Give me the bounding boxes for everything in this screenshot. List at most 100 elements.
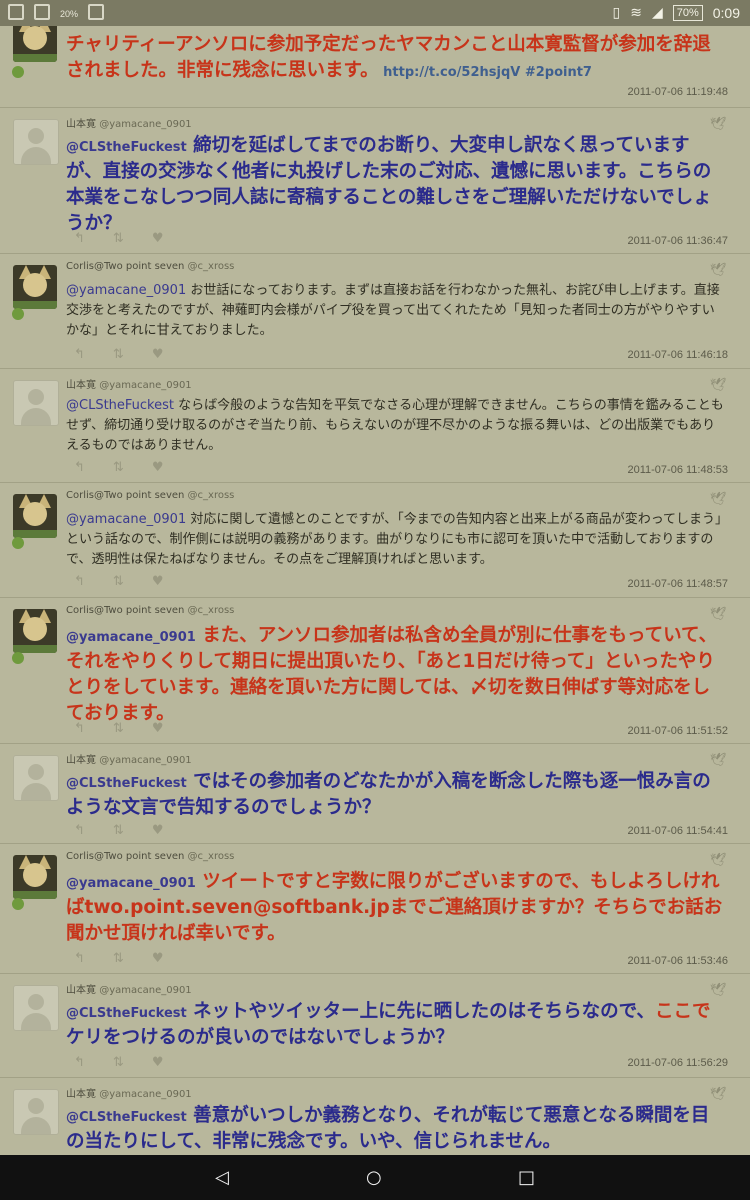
reply-icon[interactable]: ↰ [74,951,85,966]
tweet-mention[interactable]: @CLStheFuckest [66,140,187,155]
favorite-icon[interactable]: ♥ [152,721,164,736]
reply-icon[interactable]: ↰ [74,347,85,362]
favorite-icon[interactable]: ♥ [152,951,164,966]
reply-icon[interactable]: ↰ [74,1055,85,1070]
twitter-bird-icon: 🕊 [710,117,727,132]
status-bar: 20% ▯ ≋ ◢ 70% 0:09 [0,0,750,26]
tweet-item[interactable]: 山本寛 @yamacane_0901 🕊 @CLStheFuckest 善意がい… [0,1077,750,1155]
tweet-item[interactable]: Corlis@Two point seven @c_xross 🕊 @yamac… [0,843,750,974]
signal-icon: ◢ [651,4,663,20]
avatar[interactable] [13,1089,59,1135]
avatar[interactable] [13,855,57,899]
tweet-text: @CLStheFuckest ネットやツイッター上に先に晒したのはそちらなので、… [66,999,726,1051]
tweet-mention[interactable]: @yamacane_0901 [66,876,196,891]
tweet-time: 2011-07-06 11:48:57 [627,578,728,590]
author-name: Corlis@Two point seven [66,490,185,501]
tweet-text: @CLStheFuckest 善意がいつしか義務となり、それが転じて悪意となる瞬… [66,1103,726,1155]
avatar[interactable] [13,985,59,1031]
retweet-icon[interactable]: ⇅ [113,823,124,838]
tweet-text: チャリティーアンソロに参加予定だったヤマカンこと山本寛監督が参加を辞退されました… [66,32,726,84]
avatar[interactable] [13,755,59,801]
favorite-icon[interactable]: ♥ [152,460,164,475]
tweet-mention[interactable]: @CLStheFuckest [66,776,187,791]
wifi-icon: ≋ [630,4,642,20]
tweet-text-segment: ケリをつけるのが良いのではないでしょうか？ [66,1027,454,1048]
author-handle: @c_xross [187,261,235,272]
tweet-author[interactable]: 山本寛 @yamacane_0901 [66,1085,192,1100]
tweet-author[interactable]: Corlis@Two point seven @c_xross [66,490,234,501]
tweet-text: @yamacane_0901 ツイートですと字数に限りがございますので、もしよろ… [66,869,726,947]
twitter-bird-icon: 🕊 [710,853,727,868]
reply-icon[interactable]: ↰ [74,460,85,475]
tweet-time: 2011-07-06 11:46:18 [627,349,728,361]
home-icon[interactable]: ○ [366,1167,382,1188]
twitter-bird-icon: 🕊 [710,492,727,507]
navigation-bar: ◁ ○ □ [0,1155,750,1200]
tweet-author[interactable]: 山本寛 @yamacane_0901 [66,115,192,130]
author-name: 山本寛 [66,119,96,130]
tweet-time: 2011-07-06 11:48:53 [627,464,728,476]
tweet-item[interactable]: 山本寛 @yamacane_0901 🕊 @CLStheFuckest ならば今… [0,368,750,483]
recents-icon[interactable]: □ [518,1167,535,1188]
tweet-item[interactable]: Corlis@Two point seven @c_xross 🕊 @yamac… [0,253,750,369]
tweet-item[interactable]: Corlis@Two point seven @c_xross 🕊 @yamac… [0,482,750,598]
tweet-text: @yamacane_0901 お世話になっております。まずは直接お話を行わなかっ… [66,281,726,341]
avatar[interactable] [13,265,57,309]
tweet-author[interactable]: 山本寛 @yamacane_0901 [66,751,192,766]
tweet-mention[interactable]: @CLStheFuckest [66,1110,187,1125]
favorite-icon[interactable]: ♥ [152,823,164,838]
reply-icon[interactable]: ↰ [74,823,85,838]
retweet-icon[interactable]: ⇅ [113,231,124,246]
tweet-item[interactable]: 山本寛 @yamacane_0901 🕊 @CLStheFuckest ネットや… [0,973,750,1078]
author-handle: @yamacane_0901 [99,380,192,391]
tweet-author[interactable]: 山本寛 @yamacane_0901 [66,376,192,391]
tweet-item[interactable]: Corlis@Two point seven @c_xross 🕊 @yamac… [0,597,750,744]
avatar[interactable] [13,26,57,62]
reply-icon[interactable]: ↰ [74,574,85,589]
tweet-author[interactable]: Corlis@Two point seven @c_xross [66,261,234,272]
favorite-icon[interactable]: ♥ [152,347,164,362]
retweet-icon[interactable]: ⇅ [113,951,124,966]
tweet-mention[interactable]: @CLStheFuckest [66,398,174,413]
tweet-link[interactable]: http://t.co/52hsjqV #2point7 [379,65,592,80]
tweet-mention[interactable]: @yamacane_0901 [66,512,186,527]
retweet-icon[interactable]: ⇅ [113,721,124,736]
gear-badge-icon [12,308,24,320]
gallery-icon [8,4,24,20]
tweet-item[interactable]: 山本寛 @yamacane_0901 🕊 @CLStheFuckest 締切を延… [0,107,750,254]
retweet-icon[interactable]: ⇅ [113,460,124,475]
tweet-author[interactable]: 山本寛 @yamacane_0901 [66,981,192,996]
back-icon[interactable]: ◁ [215,1167,229,1188]
avatar[interactable] [13,609,57,653]
tweet-text: @CLStheFuckest ではその参加者のどなたかが入稿を断念した際も逐一恨… [66,769,726,821]
author-handle: @c_xross [187,605,235,616]
tweet-timeline[interactable]: チャリティーアンソロに参加予定だったヤマカンこと山本寛監督が参加を辞退されました… [0,26,750,1155]
retweet-icon[interactable]: ⇅ [113,574,124,589]
avatar[interactable] [13,380,59,426]
tweet-item[interactable]: 山本寛 @yamacane_0901 🕊 @CLStheFuckest ではその… [0,743,750,844]
tweet-text: @CLStheFuckest 締切を延ばしてまでのお断り、大変申し訳なく思ってい… [66,133,726,237]
retweet-icon[interactable]: ⇅ [113,347,124,362]
tweet-time: 2011-07-06 11:51:52 [627,725,728,737]
retweet-icon[interactable]: ⇅ [113,1055,124,1070]
reply-icon[interactable]: ↰ [74,231,85,246]
tweet-mention[interactable]: @CLStheFuckest [66,1006,187,1021]
favorite-icon[interactable]: ♥ [152,231,164,246]
tweet-author[interactable]: Corlis@Two point seven @c_xross [66,605,234,616]
favorite-icon[interactable]: ♥ [152,1055,164,1070]
tweet-author[interactable]: Corlis@Two point seven @c_xross [66,851,234,862]
reply-icon[interactable]: ↰ [74,721,85,736]
tweet-mention[interactable]: @yamacane_0901 [66,283,186,298]
tweet-time: 2011-07-06 11:53:46 [627,955,728,967]
battery-indicator: 70% [672,4,703,21]
author-handle: @yamacane_0901 [99,755,192,766]
tweet-item[interactable]: チャリティーアンソロに参加予定だったヤマカンこと山本寛監督が参加を辞退されました… [0,26,750,108]
twitter-bird-icon: 🕊 [710,1087,727,1102]
tweet-mention[interactable]: @yamacane_0901 [66,630,196,645]
notification-icon [34,4,50,20]
favorite-icon[interactable]: ♥ [152,574,164,589]
avatar[interactable] [13,119,59,165]
author-name: 山本寛 [66,1089,96,1100]
tweet-actions: ↰ ⇅ ♥ [74,823,163,838]
avatar[interactable] [13,494,57,538]
